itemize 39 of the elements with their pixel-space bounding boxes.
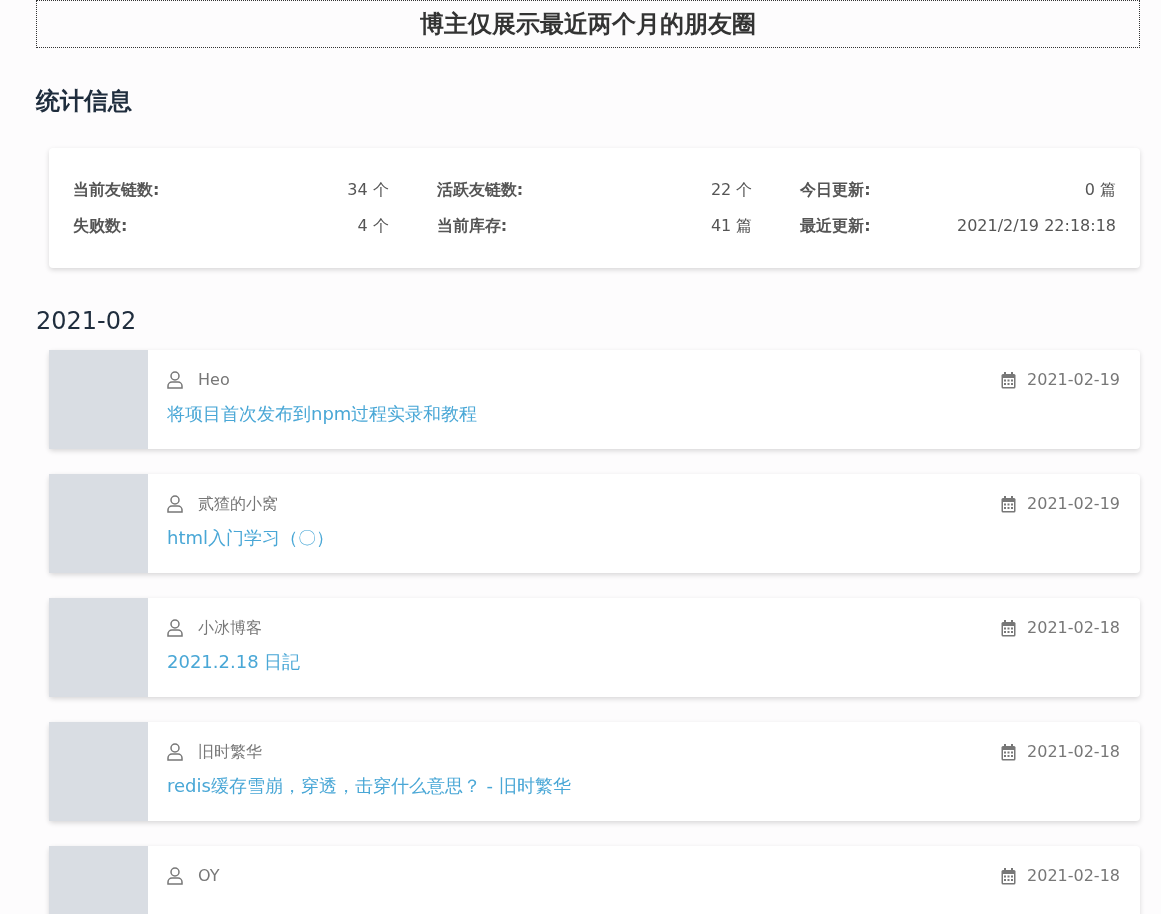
- stat-label: 活跃友链数:: [436, 179, 524, 201]
- section-heading: 统计信息: [36, 86, 133, 117]
- stat-value: 41 篇: [710, 215, 753, 237]
- post-title-link[interactable]: 2021.2.18 日記: [167, 648, 301, 675]
- stat-value: 22 个: [710, 179, 753, 201]
- post-date: 2021-02-18: [1027, 741, 1120, 763]
- stat-label: 今日更新:: [800, 179, 871, 201]
- calendar-icon: [1001, 743, 1016, 761]
- author-name[interactable]: OY: [198, 864, 220, 888]
- stat-label: 当前友链数:: [73, 179, 160, 201]
- stat-label: 当前库存:: [436, 215, 508, 237]
- post-title-link[interactable]: html入门学习（〇）: [167, 524, 334, 551]
- banner-title: 博主仅展示最近两个月的朋友圈: [420, 9, 756, 40]
- calendar-icon: [1001, 495, 1016, 513]
- author-name[interactable]: 旧时繁华: [198, 740, 262, 764]
- stat-label: 失败数:: [73, 215, 128, 237]
- post-title-link[interactable]: redis缓存雪崩，穿透，击穿什么意思？ - 旧时繁华: [167, 772, 571, 799]
- post-date: 2021-02-19: [1027, 369, 1120, 391]
- user-icon: [167, 619, 183, 637]
- calendar-icon: [1001, 371, 1016, 389]
- post-date: 2021-02-18: [1027, 865, 1120, 887]
- user-icon: [167, 371, 183, 389]
- post-date: 2021-02-18: [1027, 617, 1120, 639]
- user-icon: [167, 495, 183, 513]
- stat-label: 最近更新:: [800, 215, 871, 237]
- stat-value: 34 个: [347, 179, 389, 201]
- stat-value: 4 个: [357, 215, 389, 237]
- calendar-icon: [1001, 867, 1016, 885]
- author-name[interactable]: Heo: [198, 368, 230, 392]
- post-title-link[interactable]: 将项目首次发布到npm过程实录和教程: [167, 400, 478, 427]
- user-icon: [167, 867, 183, 885]
- stat-value: 0 篇: [1084, 179, 1116, 201]
- month-heading: 2021-02: [36, 306, 138, 337]
- author-name[interactable]: 小冰博客: [198, 616, 262, 640]
- stat-value: 2021/2/19 22:18:18: [957, 215, 1116, 237]
- calendar-icon: [1001, 619, 1016, 637]
- post-date: 2021-02-19: [1027, 493, 1120, 515]
- user-icon: [167, 743, 183, 761]
- author-name[interactable]: 贰猹的小窝: [198, 492, 278, 516]
